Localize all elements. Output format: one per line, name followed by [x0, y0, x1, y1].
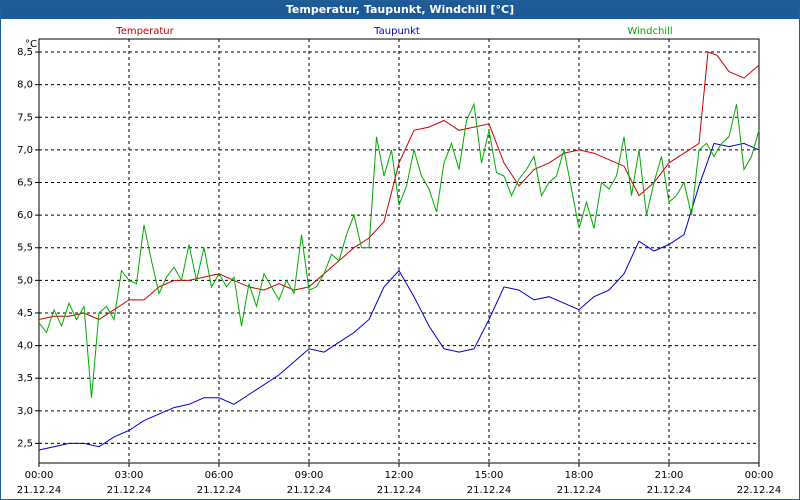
x-axis-ticks: 00:00 21.12.24 03:00 21.12.24 06:00 21.12.24 0…	[17, 463, 782, 496]
x-tick-time-label: 00:00	[745, 470, 774, 481]
x-tick-date-label: 22.12.24	[737, 485, 782, 496]
y-tick-label: 7,0	[17, 145, 33, 156]
y-tick-label: 5,5	[17, 243, 33, 254]
x-tick-date-label: 21.12.24	[197, 485, 242, 496]
legend-windchill: Windchill	[627, 26, 672, 37]
x-tick-time-label: 03:00	[115, 470, 144, 481]
x-tick-time-label: 06:00	[205, 470, 234, 481]
y-tick-label: 6,0	[17, 210, 33, 221]
y-tick-label: 5,0	[17, 275, 33, 286]
x-tick-date-label: 21.12.24	[467, 485, 512, 496]
x-tick-time-label: 09:00	[295, 470, 324, 481]
x-tick-date-label: 21.12.24	[17, 485, 62, 496]
grid	[39, 39, 759, 463]
y-tick-label: 8,0	[17, 80, 33, 91]
x-tick-time-label: 18:00	[565, 470, 594, 481]
x-tick-date-label: 21.12.24	[377, 485, 422, 496]
legend-taupunkt: Taupunkt	[373, 26, 420, 37]
legend-temperatur: Temperatur	[115, 26, 174, 37]
x-tick-date-label: 21.12.24	[107, 485, 152, 496]
x-tick-time-label: 00:00	[25, 470, 54, 481]
y-tick-label: 4,5	[17, 308, 33, 319]
y-tick-label: 3,0	[17, 406, 33, 417]
x-tick-time-label: 12:00	[385, 470, 414, 481]
y-axis-ticks: 2,53,03,54,04,55,05,56,06,57,07,58,08,5	[17, 47, 39, 449]
x-tick-date-label: 21.12.24	[287, 485, 332, 496]
y-tick-label: 4,0	[17, 341, 33, 352]
y-tick-label: 7,5	[17, 112, 33, 123]
y-tick-label: 3,5	[17, 373, 33, 384]
x-tick-date-label: 21.12.24	[647, 485, 692, 496]
x-tick-time-label: 21:00	[655, 470, 684, 481]
line-chart: 2,53,03,54,04,55,05,56,06,57,07,58,08,5 …	[17, 26, 782, 496]
y-axis-unit: °C	[25, 39, 37, 50]
y-tick-label: 6,5	[17, 178, 33, 189]
x-tick-time-label: 15:00	[475, 470, 504, 481]
x-tick-date-label: 21.12.24	[557, 485, 602, 496]
y-tick-label: 2,5	[17, 438, 33, 449]
legend: Temperatur Taupunkt Windchill	[115, 26, 672, 37]
